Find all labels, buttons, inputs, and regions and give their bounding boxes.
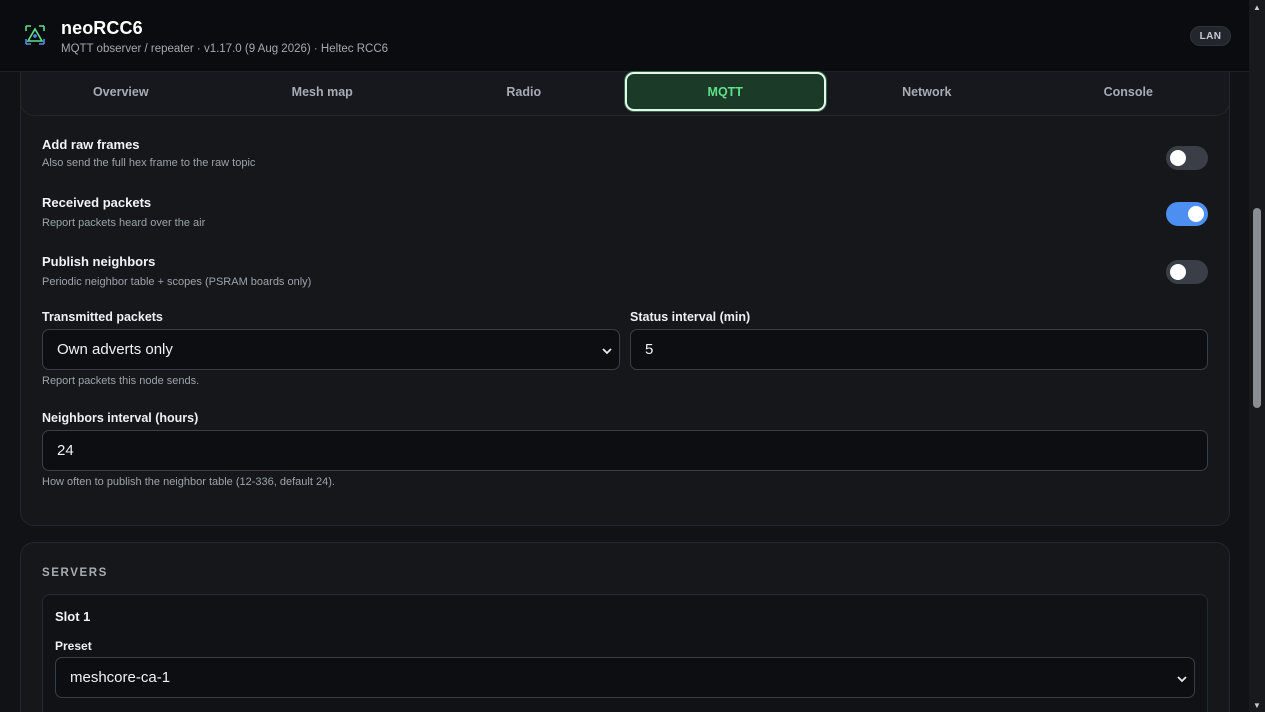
- servers-heading: SERVERS: [42, 567, 108, 579]
- setting-title: Add raw frames: [42, 137, 140, 152]
- status-interval-label: Status interval (min): [630, 310, 751, 324]
- preset-select[interactable]: meshcore-ca-1: [55, 657, 1195, 698]
- status-interval-input[interactable]: 5: [630, 329, 1208, 370]
- scrollbar-thumb[interactable]: [1253, 208, 1261, 408]
- setting-publish-neighbors: Publish neighbors Periodic neighbor tabl…: [42, 254, 1208, 298]
- chevron-down-icon: [601, 344, 613, 356]
- neighbors-interval-value: 24: [57, 442, 74, 459]
- tab-network[interactable]: Network: [826, 72, 1028, 111]
- tab-mesh-map[interactable]: Mesh map: [222, 72, 424, 111]
- preset-label: Preset: [55, 639, 92, 653]
- tab-bar: Overview Mesh map Radio MQTT Network Con…: [20, 72, 1230, 111]
- chevron-down-icon: [1176, 672, 1188, 684]
- triangle-logo-icon: [22, 22, 48, 48]
- neighbors-interval-help: How often to publish the neighbor table …: [42, 476, 335, 488]
- setting-description: Also send the full hex frame to the raw …: [42, 157, 256, 169]
- setting-title: Publish neighbors: [42, 254, 156, 269]
- setting-title: Received packets: [42, 195, 152, 210]
- publish-neighbors-toggle[interactable]: [1166, 260, 1208, 284]
- toggle-knob: [1170, 264, 1186, 280]
- app-title: neoRCC6: [61, 18, 143, 38]
- slot-title: Slot 1: [55, 609, 91, 624]
- neighbors-interval-input[interactable]: 24: [42, 430, 1208, 471]
- tab-radio[interactable]: Radio: [423, 72, 625, 111]
- transmitted-packets-value: Own adverts only: [57, 341, 173, 358]
- received-packets-toggle[interactable]: [1166, 202, 1208, 226]
- scroll-down-arrow-icon[interactable]: ▼: [1249, 698, 1265, 712]
- toggle-knob: [1170, 150, 1186, 166]
- setting-received-packets: Received packets Report packets heard ov…: [42, 195, 1208, 239]
- page-scrollbar[interactable]: ▲ ▼: [1249, 0, 1265, 712]
- tab-console[interactable]: Console: [1028, 72, 1230, 111]
- add-raw-frames-toggle[interactable]: [1166, 146, 1208, 170]
- tab-mqtt[interactable]: MQTT: [624, 72, 826, 111]
- scroll-up-arrow-icon[interactable]: ▲: [1249, 0, 1265, 14]
- transmitted-packets-label: Transmitted packets: [42, 310, 163, 324]
- setting-description: Report packets heard over the air: [42, 217, 206, 229]
- status-interval-value: 5: [645, 341, 654, 358]
- transmitted-packets-help: Report packets this node sends.: [42, 375, 200, 387]
- connection-badge: LAN: [1190, 26, 1231, 46]
- setting-add-raw-frames: Add raw frames Also send the full hex fr…: [42, 137, 1208, 181]
- app-header: neoRCC6 MQTT observer / repeater · v1.17…: [0, 0, 1249, 72]
- app-subtitle: MQTT observer / repeater · v1.17.0 (9 Au…: [61, 43, 389, 55]
- transmitted-packets-select[interactable]: Own adverts only: [42, 329, 620, 370]
- tab-overview[interactable]: Overview: [20, 72, 222, 111]
- neighbors-interval-label: Neighbors interval (hours): [42, 411, 199, 425]
- toggle-knob: [1188, 206, 1204, 222]
- setting-description: Periodic neighbor table + scopes (PSRAM …: [42, 276, 312, 288]
- preset-value: meshcore-ca-1: [70, 669, 171, 686]
